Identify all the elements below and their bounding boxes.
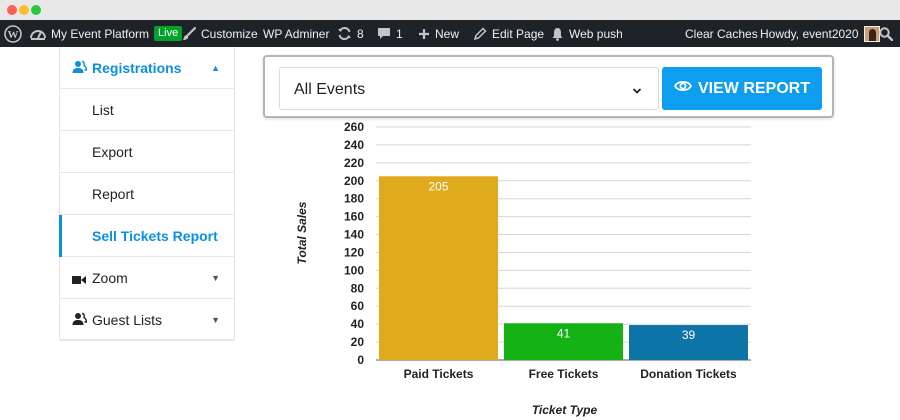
- x-tick-label: Free Tickets: [529, 367, 599, 381]
- y-tick-label: 0: [357, 353, 364, 367]
- view-report-button[interactable]: VIEW REPORT: [662, 67, 822, 110]
- y-tick-label: 160: [344, 210, 364, 224]
- y-tick-label: 220: [344, 156, 364, 170]
- data-label: 205: [428, 179, 448, 193]
- data-label: 41: [557, 326, 571, 340]
- x-axis-title: Ticket Type: [532, 403, 598, 417]
- chevron-down-icon: [632, 83, 642, 101]
- y-tick-label: 240: [344, 138, 364, 152]
- y-tick-label: 260: [344, 120, 364, 134]
- y-tick-label: 20: [351, 335, 365, 349]
- event-select[interactable]: All Events: [279, 67, 659, 110]
- y-tick-label: 120: [344, 245, 364, 259]
- y-axis-title: Total Sales: [295, 201, 309, 264]
- view-report-label: VIEW REPORT: [697, 79, 810, 97]
- y-tick-label: 40: [351, 317, 365, 331]
- y-tick-label: 200: [344, 174, 364, 188]
- y-tick-label: 180: [344, 192, 364, 206]
- data-label: 39: [682, 328, 696, 342]
- eye-icon: [673, 79, 693, 98]
- x-tick-label: Paid Tickets: [404, 367, 474, 381]
- y-tick-label: 60: [351, 299, 365, 313]
- report-controls: All Events VIEW REPORT: [263, 55, 834, 118]
- bar: [379, 176, 498, 360]
- x-tick-label: Donation Tickets: [640, 367, 737, 381]
- y-tick-label: 80: [351, 281, 365, 295]
- y-tick-label: 140: [344, 228, 364, 242]
- event-select-value: All Events: [294, 81, 366, 98]
- y-tick-label: 100: [344, 263, 364, 277]
